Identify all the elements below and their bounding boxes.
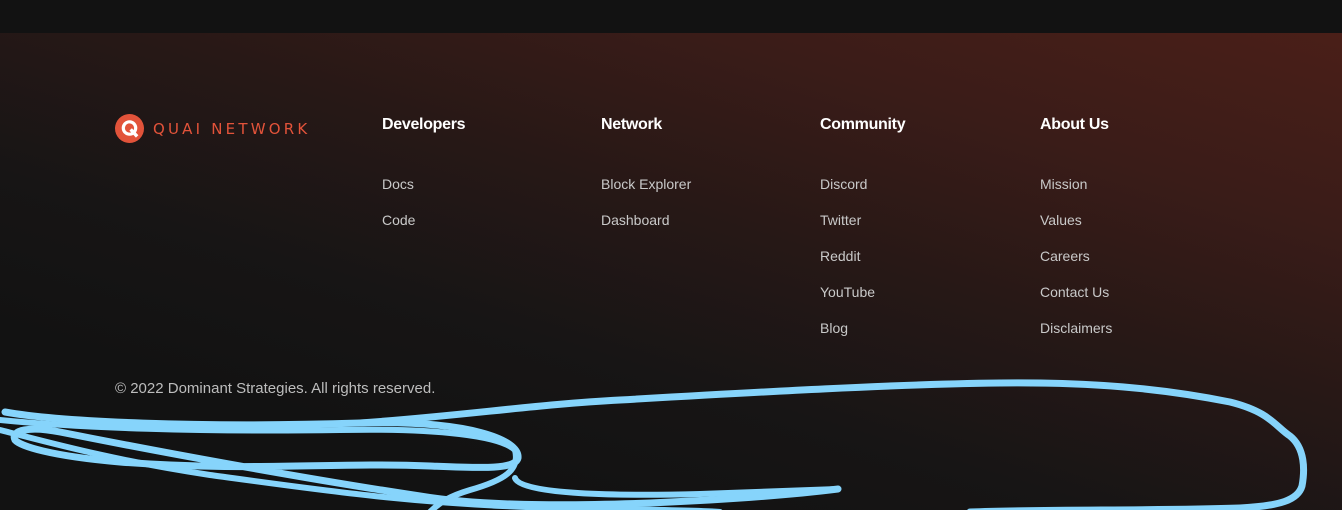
- column-title-network: Network: [601, 116, 663, 133]
- link-discord[interactable]: Discord: [820, 176, 867, 192]
- link-careers[interactable]: Careers: [1040, 248, 1090, 264]
- column-title-community: Community: [820, 116, 906, 133]
- link-code[interactable]: Code: [382, 212, 415, 228]
- column-title-developers: Developers: [382, 116, 466, 133]
- link-youtube[interactable]: YouTube: [820, 284, 875, 300]
- link-reddit[interactable]: Reddit: [820, 248, 860, 264]
- link-contact-us[interactable]: Contact Us: [1040, 284, 1109, 300]
- footer-column-network: Network Block Explorer Dashboard: [601, 116, 691, 228]
- link-mission[interactable]: Mission: [1040, 176, 1087, 192]
- link-twitter[interactable]: Twitter: [820, 212, 861, 228]
- copyright-text: © 2022 Dominant Strategies. All rights r…: [115, 380, 436, 397]
- links-community: Discord Twitter Reddit YouTube Blog: [820, 176, 875, 356]
- site-footer: [0, 33, 1342, 510]
- links-network: Block Explorer Dashboard: [601, 176, 691, 248]
- footer-column-community: Community Discord Twitter Reddit YouTube…: [820, 116, 906, 336]
- links-developers: Docs Code: [382, 176, 415, 248]
- footer-column-about-us: About Us Mission Values Careers Contact …: [1040, 116, 1112, 336]
- column-title-about-us: About Us: [1040, 116, 1109, 133]
- link-blog[interactable]: Blog: [820, 320, 848, 336]
- link-values[interactable]: Values: [1040, 212, 1082, 228]
- brand-logo-link[interactable]: QUAI NETWORK: [115, 114, 310, 143]
- brand-name: QUAI NETWORK: [153, 119, 311, 138]
- page: QUAI NETWORK Developers Docs Code Networ…: [0, 0, 1342, 510]
- link-block-explorer[interactable]: Block Explorer: [601, 176, 691, 192]
- top-strip: [0, 0, 1342, 33]
- links-about-us: Mission Values Careers Contact Us Discla…: [1040, 176, 1112, 356]
- footer-column-developers: Developers Docs Code: [382, 116, 466, 228]
- link-disclaimers[interactable]: Disclaimers: [1040, 320, 1112, 336]
- link-docs[interactable]: Docs: [382, 176, 414, 192]
- quai-logo-icon: [115, 114, 144, 143]
- link-dashboard[interactable]: Dashboard: [601, 212, 670, 228]
